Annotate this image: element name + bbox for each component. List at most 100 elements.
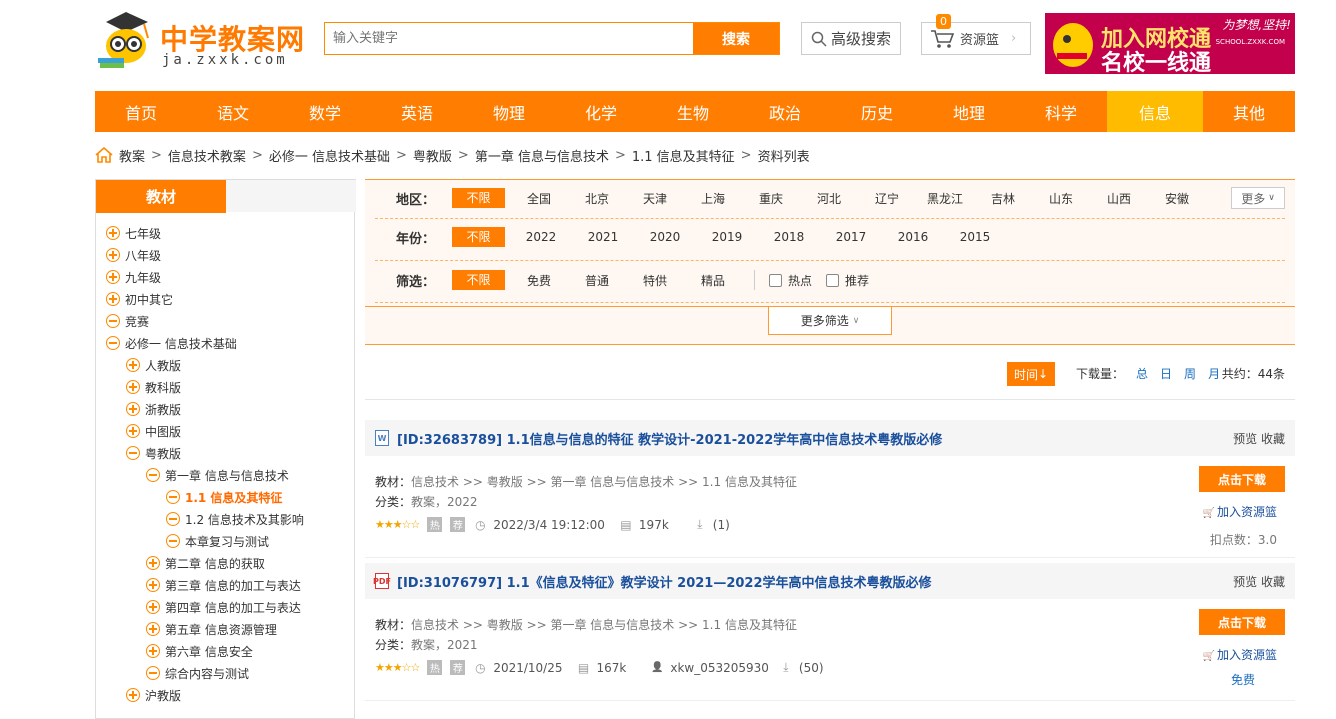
sort-time-button[interactable]: 时间 ↓ bbox=[1007, 362, 1055, 386]
search-button[interactable]: 搜索 bbox=[693, 23, 779, 54]
filter-option[interactable]: 黑龙江 bbox=[916, 190, 974, 207]
breadcrumb-item[interactable]: 1.1 信息及其特征 bbox=[632, 146, 735, 165]
sidebar-tree-item[interactable]: 浙教版 bbox=[126, 399, 181, 419]
nav-item[interactable]: 科学 bbox=[1015, 91, 1107, 132]
breadcrumb-item[interactable]: 粤教版 bbox=[413, 146, 452, 165]
filter-option[interactable]: 吉林 bbox=[974, 190, 1032, 207]
nav-item[interactable]: 政治 bbox=[739, 91, 831, 132]
download-button[interactable]: 点击下载 bbox=[1199, 609, 1285, 635]
collapse-minus-icon[interactable] bbox=[166, 512, 180, 526]
resource-cart-button[interactable]: 0 资源篮 › bbox=[921, 14, 1031, 55]
filter-option[interactable]: 2015 bbox=[944, 230, 1006, 244]
nav-item[interactable]: 化学 bbox=[555, 91, 647, 132]
download-button[interactable]: 点击下载 bbox=[1199, 466, 1285, 492]
collect-link[interactable]: 收藏 bbox=[1261, 575, 1285, 589]
resource-title-link[interactable]: [ID:32683789] 1.1信息与信息的特征 教学设计-2021-2022… bbox=[397, 429, 942, 448]
add-to-cart-link[interactable]: 🛒 加入资源篮 bbox=[1203, 646, 1277, 663]
collapse-minus-icon[interactable] bbox=[146, 666, 160, 680]
preview-link[interactable]: 预览 bbox=[1233, 432, 1257, 446]
advanced-search-button[interactable]: 高级搜索 bbox=[801, 22, 901, 55]
checkbox-box[interactable] bbox=[826, 273, 840, 287]
collapse-minus-icon[interactable] bbox=[106, 314, 120, 328]
expand-plus-icon[interactable] bbox=[106, 226, 120, 240]
checkbox-box[interactable] bbox=[769, 273, 782, 287]
nav-item[interactable]: 地理 bbox=[923, 91, 1015, 132]
download-sort-link[interactable]: 日 bbox=[1160, 367, 1172, 381]
sidebar-tree-item[interactable]: 沪教版 bbox=[126, 685, 181, 705]
nav-item[interactable]: 首页 bbox=[95, 91, 187, 132]
breadcrumb-item[interactable]: 教案 bbox=[119, 146, 145, 165]
expand-plus-icon[interactable] bbox=[106, 292, 120, 306]
expand-plus-icon[interactable] bbox=[126, 402, 140, 416]
filter-option[interactable]: 辽宁 bbox=[858, 190, 916, 207]
breadcrumb-item[interactable]: 信息技术教案 bbox=[168, 146, 246, 165]
sidebar-tree-item[interactable]: 八年级 bbox=[106, 245, 161, 265]
sidebar-tree-item[interactable]: 综合内容与测试 bbox=[146, 663, 249, 683]
expand-plus-icon[interactable] bbox=[146, 622, 160, 636]
filter-option[interactable]: 上海 bbox=[684, 190, 742, 207]
nav-item[interactable]: 其他 bbox=[1203, 91, 1295, 132]
expand-plus-icon[interactable] bbox=[126, 380, 140, 394]
sidebar-tree-item[interactable]: 第四章 信息的加工与表达 bbox=[146, 597, 301, 617]
expand-plus-icon[interactable] bbox=[126, 358, 140, 372]
region-more-button[interactable]: 更多 ∨ bbox=[1231, 187, 1285, 209]
filter-option[interactable]: 2022 bbox=[510, 230, 572, 244]
sidebar-tree-item[interactable]: 中图版 bbox=[126, 421, 181, 441]
nav-item[interactable]: 英语 bbox=[371, 91, 463, 132]
search-input[interactable] bbox=[325, 23, 693, 54]
filter-option[interactable]: 山西 bbox=[1090, 190, 1148, 207]
sidebar-tree-item[interactable]: 初中其它 bbox=[106, 289, 173, 309]
filter-option[interactable]: 2017 bbox=[820, 230, 882, 244]
filter-option[interactable]: 不限 bbox=[452, 227, 505, 247]
expand-plus-icon[interactable] bbox=[146, 556, 160, 570]
expand-plus-icon[interactable] bbox=[106, 270, 120, 284]
expand-plus-icon[interactable] bbox=[126, 424, 140, 438]
filter-option[interactable]: 2019 bbox=[696, 230, 758, 244]
filter-option[interactable]: 2020 bbox=[634, 230, 696, 244]
filter-option[interactable]: 天津 bbox=[626, 190, 684, 207]
filter-option[interactable]: 精品 bbox=[684, 272, 742, 289]
filter-option[interactable]: 全国 bbox=[510, 190, 568, 207]
preview-link[interactable]: 预览 bbox=[1233, 575, 1257, 589]
breadcrumb-item[interactable]: 必修一 信息技术基础 bbox=[269, 146, 390, 165]
collapse-minus-icon[interactable] bbox=[166, 534, 180, 548]
filter-option[interactable]: 2021 bbox=[572, 230, 634, 244]
download-sort-link[interactable]: 月 bbox=[1208, 367, 1220, 381]
filter-option[interactable]: 安徽 bbox=[1148, 190, 1206, 207]
sidebar-tree-item[interactable]: 第五章 信息资源管理 bbox=[146, 619, 277, 639]
collapse-minus-icon[interactable] bbox=[166, 490, 180, 504]
collapse-minus-icon[interactable] bbox=[146, 468, 160, 482]
collapse-minus-icon[interactable] bbox=[126, 446, 140, 460]
filter-option[interactable]: 重庆 bbox=[742, 190, 800, 207]
recommend-checkbox[interactable]: 推荐 bbox=[826, 272, 869, 289]
filter-option[interactable]: 不限 bbox=[452, 270, 505, 290]
more-filter-button[interactable]: 更多筛选 ∨ bbox=[768, 307, 892, 335]
breadcrumb-item[interactable]: 第一章 信息与信息技术 bbox=[475, 146, 609, 165]
home-icon[interactable] bbox=[95, 147, 113, 163]
filter-option[interactable]: 特供 bbox=[626, 272, 684, 289]
collect-link[interactable]: 收藏 bbox=[1261, 432, 1285, 446]
sidebar-tree-item[interactable]: 教科版 bbox=[126, 377, 181, 397]
sidebar-tree-item[interactable]: 第一章 信息与信息技术 bbox=[146, 465, 289, 485]
expand-plus-icon[interactable] bbox=[106, 248, 120, 262]
filter-option[interactable]: 免费 bbox=[510, 272, 568, 289]
sidebar-tree-item[interactable]: 粤教版 bbox=[126, 443, 181, 463]
ad-banner[interactable]: 加入网校通 名校一线通 为梦想,坚持! SCHOOL.ZXXK.COM bbox=[1045, 13, 1295, 74]
filter-option[interactable]: 河北 bbox=[800, 190, 858, 207]
nav-item[interactable]: 数学 bbox=[279, 91, 371, 132]
filter-option[interactable]: 不限 bbox=[452, 188, 505, 208]
sidebar-tree-item[interactable]: 第二章 信息的获取 bbox=[146, 553, 265, 573]
author-name[interactable]: xkw_053205930 bbox=[670, 661, 769, 675]
filter-option[interactable]: 普通 bbox=[568, 272, 626, 289]
filter-option[interactable]: 北京 bbox=[568, 190, 626, 207]
download-sort-link[interactable]: 总 bbox=[1136, 367, 1148, 381]
sidebar-tree-item[interactable]: 本章复习与测试 bbox=[166, 531, 269, 551]
expand-plus-icon[interactable] bbox=[146, 578, 160, 592]
download-sort-link[interactable]: 周 bbox=[1184, 367, 1196, 381]
filter-option[interactable]: 2016 bbox=[882, 230, 944, 244]
nav-item[interactable]: 语文 bbox=[187, 91, 279, 132]
nav-item[interactable]: 历史 bbox=[831, 91, 923, 132]
expand-plus-icon[interactable] bbox=[146, 600, 160, 614]
sidebar-tree-item[interactable]: 竞赛 bbox=[106, 311, 149, 331]
sidebar-tree-item[interactable]: 人教版 bbox=[126, 355, 181, 375]
